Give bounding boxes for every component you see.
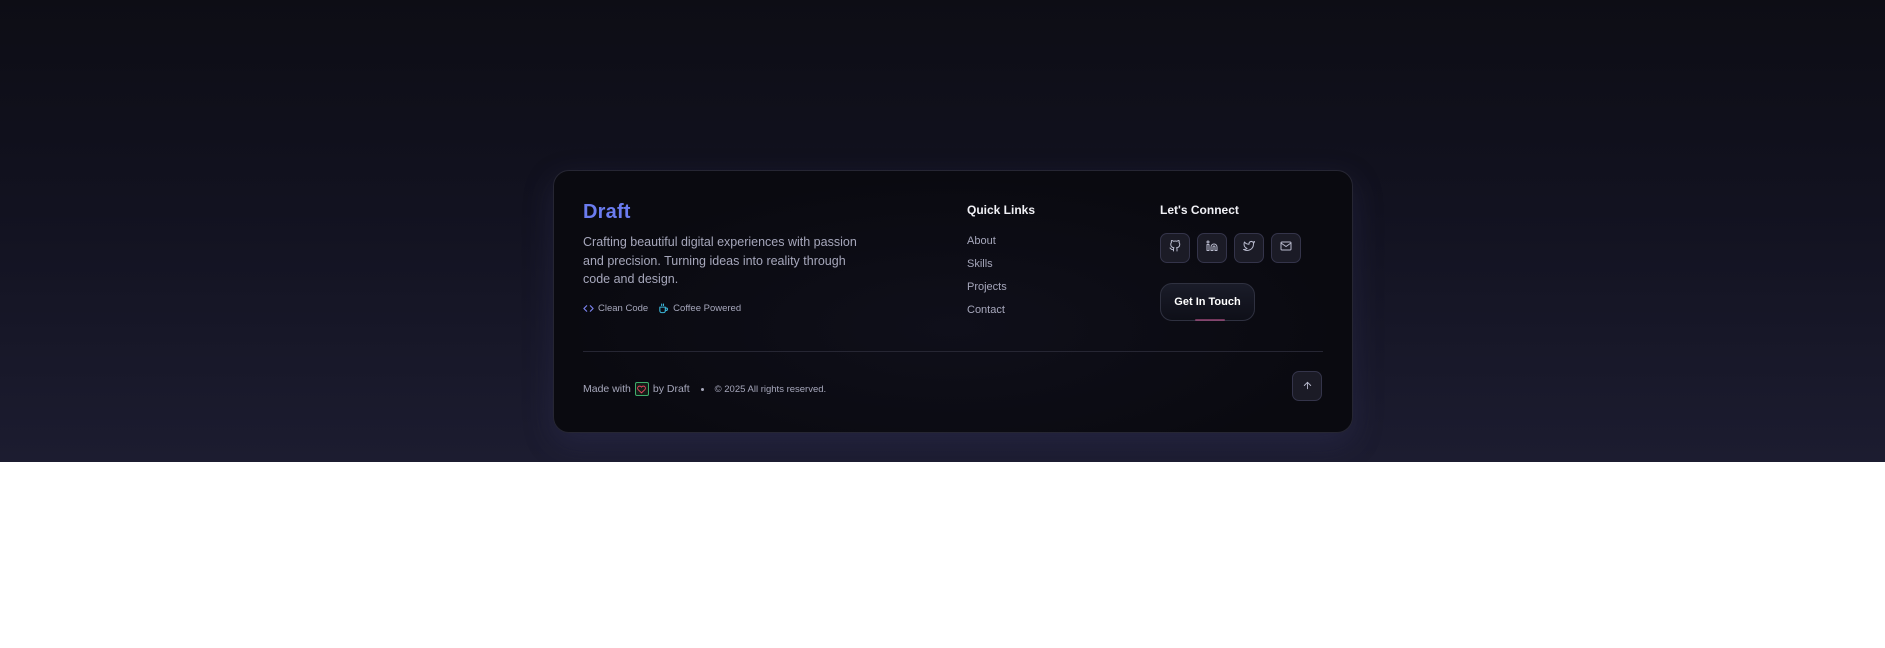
quick-link-about[interactable]: About (967, 234, 1007, 257)
email-button[interactable] (1271, 233, 1301, 263)
page-background: Draft Crafting beautiful digital experie… (0, 0, 1885, 462)
connect-title: Let's Connect (1160, 203, 1239, 217)
social-links (1160, 233, 1301, 263)
twitter-button[interactable] (1234, 233, 1264, 263)
copyright-text: © 2025 All rights reserved. (714, 383, 827, 395)
heart-icon (634, 382, 649, 396)
linkedin-icon (1206, 239, 1218, 257)
mail-icon (1280, 239, 1292, 257)
brand-logo[interactable]: Draft (583, 201, 631, 224)
twitter-icon (1243, 239, 1255, 257)
brand-tagline: Crafting beautiful digital experiences w… (583, 235, 857, 286)
quick-links-list: About Skills Projects Contact (967, 234, 1007, 326)
github-icon (1169, 239, 1181, 257)
coffee-icon (658, 303, 669, 314)
made-with-text: Made with (583, 383, 631, 395)
github-button[interactable] (1160, 233, 1190, 263)
quick-links-title: Quick Links (967, 203, 1036, 217)
quick-link-projects[interactable]: Projects (967, 280, 1007, 303)
arrow-up-icon (1302, 379, 1313, 394)
made-by-text: by Draft (652, 383, 690, 395)
get-in-touch-button[interactable]: Get In Touch (1160, 283, 1255, 321)
footer-bottom-bar: Made with by Draft © 2025 All rights res… (583, 382, 826, 396)
badge-coffee-powered: Coffee Powered (658, 303, 741, 314)
badge-label: Clean Code (598, 303, 649, 314)
site-footer: Draft Crafting beautiful digital experie… (553, 170, 1353, 433)
footer-divider (583, 351, 1323, 352)
badge-label: Coffee Powered (673, 303, 742, 314)
badge-clean-code: Clean Code (583, 303, 648, 314)
quick-link-contact[interactable]: Contact (967, 303, 1007, 326)
quick-link-skills[interactable]: Skills (967, 257, 1007, 280)
code-icon (583, 303, 594, 314)
brand-badges: Clean Code Coffee Powered (583, 303, 741, 314)
linkedin-button[interactable] (1197, 233, 1227, 263)
scroll-to-top-button[interactable] (1292, 371, 1322, 401)
separator-dot (700, 387, 704, 391)
